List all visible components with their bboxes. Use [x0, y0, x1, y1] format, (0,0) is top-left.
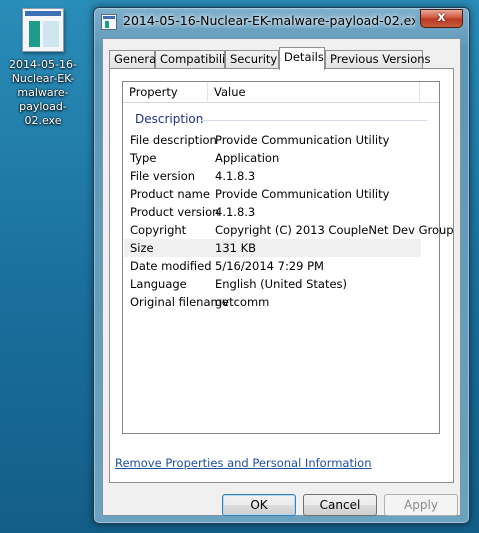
property-name: Product version [130, 205, 220, 219]
list-header: Property Value [123, 82, 439, 103]
property-value: 5/16/2014 7:29 PM [215, 259, 324, 273]
property-value: English (United States) [215, 277, 348, 291]
property-name: File description [130, 133, 217, 147]
property-value: Application [215, 151, 280, 165]
property-value: Provide Communication Utility [215, 133, 390, 147]
list-row[interactable]: Copyright Copyright (C) 2013 CoupleNet D… [124, 221, 454, 239]
apply-button[interactable]: Apply [384, 494, 458, 516]
list-row[interactable]: Size 131 KB [124, 239, 421, 257]
tab-details[interactable]: Details [279, 47, 325, 70]
desktop-icon-label: 2014-05-16-Nuclear-EK-malware-payload-02… [9, 58, 77, 127]
exe-file-icon [101, 14, 117, 30]
title-bar[interactable]: 2014-05-16-Nuclear-EK-malware-payload-02… [94, 8, 469, 35]
list-row[interactable]: Date modified 5/16/2014 7:29 PM [124, 257, 421, 275]
list-row[interactable]: Language English (United States) [124, 275, 421, 293]
property-name: Copyright [130, 223, 187, 237]
property-value: Copyright (C) 2013 CoupleNet Dev Group [215, 223, 454, 237]
group-header-description[interactable]: Description [135, 112, 203, 126]
ok-button[interactable]: OK [222, 494, 296, 516]
remove-properties-link[interactable]: Remove Properties and Personal Informati… [115, 456, 372, 470]
list-row[interactable]: File description Provide Communication U… [124, 131, 421, 149]
properties-dialog: 2014-05-16-Nuclear-EK-malware-payload-02… [93, 7, 470, 524]
list-row[interactable]: Original filename gvtcomm [124, 293, 421, 311]
property-name: Language [130, 277, 187, 291]
desktop-file-icon[interactable]: 2014-05-16-Nuclear-EK-malware-payload-02… [4, 8, 82, 128]
column-header-value[interactable]: Value [208, 82, 420, 103]
details-panel: Property Value Description File descript… [109, 68, 454, 483]
property-value: 131 KB [215, 241, 257, 255]
close-button[interactable]: x [420, 9, 463, 28]
tab-previous-versions[interactable]: Previous Versions [325, 50, 431, 69]
property-name: Product name [130, 187, 210, 201]
list-row[interactable]: Product version 4.1.8.3 [124, 203, 421, 221]
dialog-client-area: General Compatibility Security Details P… [102, 38, 461, 516]
property-value: 4.1.8.3 [215, 205, 256, 219]
property-name: Size [130, 241, 154, 255]
column-header-property[interactable]: Property [123, 82, 208, 103]
exe-file-icon [22, 8, 64, 52]
tab-compatibility[interactable]: Compatibility [155, 50, 237, 69]
list-row[interactable]: Type Application [124, 149, 421, 167]
tab-general[interactable]: General [109, 50, 159, 69]
property-value: 4.1.8.3 [215, 169, 256, 183]
cancel-button[interactable]: Cancel [303, 494, 377, 516]
property-value: Provide Communication Utility [215, 187, 390, 201]
list-row[interactable]: Product name Provide Communication Utili… [124, 185, 421, 203]
list-row[interactable]: File version 4.1.8.3 [124, 167, 421, 185]
window-title: 2014-05-16-Nuclear-EK-malware-payload-02… [123, 13, 415, 28]
property-name: Type [130, 151, 157, 165]
tab-security[interactable]: Security [225, 50, 279, 69]
group-divider [201, 120, 427, 121]
details-list[interactable]: Property Value Description File descript… [122, 81, 454, 434]
property-name: Date modified [130, 259, 212, 273]
property-value: gvtcomm [215, 295, 270, 309]
property-name: Original filename [130, 295, 229, 309]
property-name: File version [130, 169, 196, 183]
